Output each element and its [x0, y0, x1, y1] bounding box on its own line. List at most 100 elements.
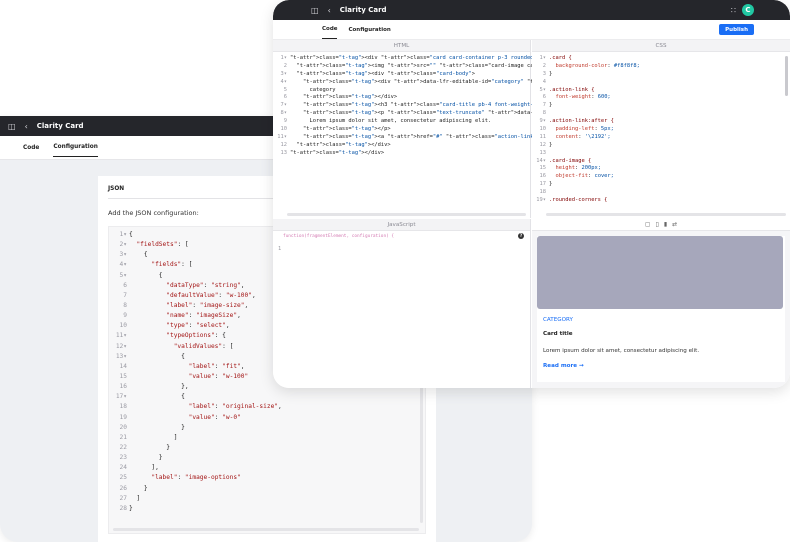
back-arrow-icon[interactable]: ‹ [328, 6, 331, 15]
code-line: height: 200px; [549, 165, 601, 172]
line-number: 12 [280, 141, 288, 148]
code-line: "label": "image-options" [151, 474, 241, 482]
code-line: "label": "original-size", [188, 403, 282, 411]
code-line: "fieldSets": [ [136, 241, 189, 249]
line-number: 21 [119, 433, 127, 441]
line-numbers: 1▾ 2▾ 3▾ 4▾ 5▾ 6 7 8 9 10 11▾ 12▾ 13▾ 14 15 16 17▾ 18 19 20… [109, 230, 127, 514]
code-line: "dataType": "string", [166, 281, 245, 289]
code-line: } [129, 484, 148, 492]
line-number: 8 [123, 301, 127, 309]
line-number: 3▾ [119, 251, 127, 259]
vertical-scrollbar[interactable] [785, 56, 788, 96]
line-number: 18 [539, 189, 547, 196]
tab-configuration[interactable]: Configuration [348, 21, 390, 39]
line-number: 11▾ [277, 133, 287, 140]
front-window-title: Clarity Card [339, 6, 387, 14]
apps-grid-icon[interactable]: ∷ [731, 6, 736, 15]
sidebar-toggle-icon[interactable]: ◫ [311, 6, 319, 15]
code-line: } [129, 423, 185, 431]
code-line: } [129, 504, 133, 512]
code-line: "validValues": [ [173, 342, 234, 350]
css-pane-header: CSS [532, 40, 790, 52]
code-line: { [129, 352, 185, 360]
line-numbers: 1▾ 2 3▾ 4▾ 5 6 7▾ 8▾ 9 10 11▾ 12 13 [273, 55, 287, 158]
editor-window: ◫ ‹ Clarity Card ∷ C Code Configuration … [273, 0, 790, 388]
line-number: 14 [119, 362, 127, 370]
viewport-switcher: ▢ ▯ ▮ ⇄ [532, 219, 790, 231]
line-number: 13 [539, 149, 547, 156]
line-number: 1▾ [280, 55, 288, 61]
line-number: 3 [542, 70, 546, 77]
code-line: .action-link { [549, 86, 595, 93]
line-number: 10 [280, 126, 288, 133]
line-number: 16 [539, 173, 547, 180]
read-more-link[interactable]: Read more → [543, 363, 584, 369]
code-line: "defaultValue": "w-100", [166, 291, 256, 299]
code-line: { [129, 271, 163, 279]
html-pane: HTML 1▾ 2 3▾ 4▾ 5 6 7▾ 8▾ 9 10 11▾ 12 13 "t-attr">cl… [273, 40, 673, 218]
line-number: 18 [119, 403, 127, 411]
line-number: 5▾ [119, 271, 127, 279]
sidebar-toggle-icon[interactable]: ◫ [8, 122, 16, 131]
line-number: 12 [539, 141, 547, 148]
line-number: 5 [283, 86, 287, 93]
back-window-title: Clarity Card [36, 122, 84, 130]
tab-configuration[interactable]: Configuration [53, 138, 98, 157]
mobile-icon[interactable]: ▮ [664, 221, 667, 228]
avatar[interactable]: C [742, 4, 754, 16]
tab-code[interactable]: Code [23, 139, 39, 157]
line-number: 7 [542, 102, 546, 109]
horizontal-scrollbar[interactable] [546, 213, 786, 216]
line-number: 25 [119, 474, 127, 482]
line-number: 4 [542, 78, 546, 85]
css-code[interactable]: .card { background-color: #f8f8f8;} .acti… [549, 55, 640, 205]
line-number: 23 [119, 454, 127, 462]
rotate-icon[interactable]: ⇄ [672, 221, 677, 228]
tablet-icon[interactable]: ▯ [656, 221, 659, 228]
desktop-icon[interactable]: ▢ [645, 221, 651, 228]
line-number: 4▾ [280, 78, 288, 85]
code-line: "label": "fit", [188, 362, 245, 370]
help-icon[interactable]: ? [518, 233, 524, 239]
code-line: .card-image { [549, 157, 592, 164]
line-number: 6 [283, 94, 287, 101]
javascript-pane: JavaScript function(fragmentElement, con… [273, 219, 531, 388]
js-pane-header: JavaScript [273, 219, 530, 231]
line-number: 5▾ [539, 86, 547, 93]
code-line: } [129, 443, 170, 451]
line-number: 1▾ [539, 55, 547, 61]
line-number: 19▾ [536, 197, 546, 204]
line-number: 3▾ [280, 70, 288, 77]
tab-code[interactable]: Code [322, 20, 338, 39]
horizontal-scrollbar[interactable] [287, 213, 526, 216]
line-number: 8 [542, 110, 546, 117]
line-number: 14▾ [536, 157, 546, 164]
line-number: 28 [119, 504, 127, 512]
code-line: } [549, 70, 553, 77]
line-number: 6 [542, 94, 546, 101]
code-line: ], [129, 464, 159, 472]
line-number: 19 [119, 413, 127, 421]
preview-pane: ▢ ▯ ▮ ⇄ CATEGORY Card title Lorem ipsum … [532, 219, 790, 388]
code-line: font-weight: 600; [549, 94, 611, 101]
line-number: 9▾ [539, 118, 547, 125]
line-number: 26 [119, 484, 127, 492]
front-titlebar: ◫ ‹ Clarity Card ∷ C [273, 0, 790, 20]
line-number: 1▾ [119, 231, 127, 238]
json-code[interactable]: { "fieldSets": [ { "fields": [ { "dataTy… [129, 230, 282, 514]
publish-button[interactable]: Publish [719, 24, 754, 35]
line-number: 11 [539, 133, 547, 140]
back-arrow-icon[interactable]: ‹ [25, 122, 28, 131]
json-section-header: JSON [108, 186, 125, 192]
line-number: 17 [539, 181, 547, 188]
line-number: 22 [119, 443, 127, 451]
line-number: 13 [280, 149, 288, 156]
code-line: ] [129, 494, 141, 502]
line-number: 2 [283, 62, 287, 69]
line-number: 17▾ [115, 393, 127, 401]
code-line: .action-link:after { [549, 118, 614, 125]
horizontal-scrollbar[interactable] [113, 528, 419, 531]
